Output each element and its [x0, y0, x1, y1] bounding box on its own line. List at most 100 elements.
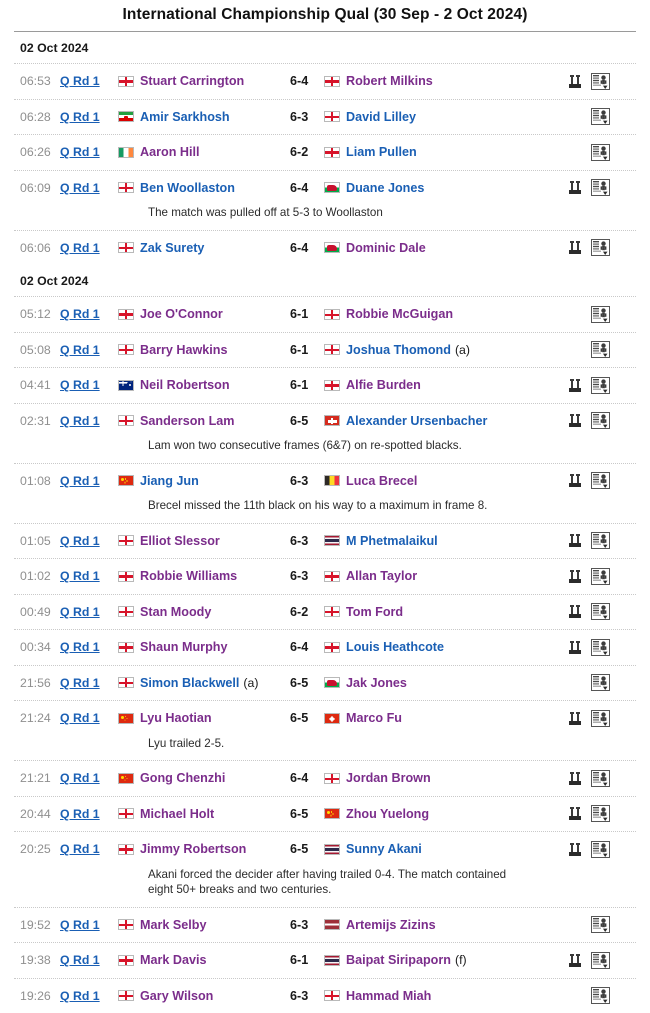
scorecard-icon[interactable] [591, 377, 610, 394]
player-link-two[interactable]: Robbie McGuigan [346, 307, 453, 321]
player-link-one[interactable]: Elliot Slessor [140, 534, 220, 548]
people-icon[interactable] [568, 842, 583, 857]
match-row[interactable]: 20:44Q Rd 1Michael Holt6-5Zhou Yuelong [14, 796, 636, 832]
scorecard-icon[interactable] [591, 144, 610, 161]
round-link[interactable]: Q Rd 1 [60, 145, 118, 159]
player-link-one[interactable]: Neil Robertson [140, 378, 230, 392]
player-link-one[interactable]: Joe O'Connor [140, 307, 223, 321]
player-link-one[interactable]: Shaun Murphy [140, 640, 227, 654]
round-link[interactable]: Q Rd 1 [60, 676, 118, 690]
player-link-one[interactable]: Michael Holt [140, 807, 214, 821]
round-link[interactable]: Q Rd 1 [60, 569, 118, 583]
player-link-two[interactable]: M Phetmalaikul [346, 534, 438, 548]
player-link-one[interactable]: Lyu Haotian [140, 711, 212, 725]
match-row[interactable]: 06:26Q Rd 1Aaron Hill6-2Liam Pullen [14, 134, 636, 170]
player-link-two[interactable]: Dominic Dale [346, 241, 426, 255]
people-icon[interactable] [568, 711, 583, 726]
round-link[interactable]: Q Rd 1 [60, 241, 118, 255]
round-link[interactable]: Q Rd 1 [60, 953, 118, 967]
round-link[interactable]: Q Rd 1 [60, 807, 118, 821]
player-link-one[interactable]: Gong Chenzhi [140, 771, 225, 785]
people-icon[interactable] [568, 953, 583, 968]
round-link[interactable]: Q Rd 1 [60, 640, 118, 654]
match-row[interactable]: 06:06Q Rd 1Zak Surety6-4Dominic Dale [14, 230, 636, 266]
player-link-one[interactable]: Sanderson Lam [140, 414, 234, 428]
player-link-two[interactable]: Marco Fu [346, 711, 402, 725]
player-link-one[interactable]: Amir Sarkhosh [140, 110, 230, 124]
player-link-two[interactable]: Duane Jones [346, 181, 424, 195]
people-icon[interactable] [568, 180, 583, 195]
match-row[interactable]: 06:28Q Rd 1Amir Sarkhosh6-3David Lilley [14, 99, 636, 135]
round-link[interactable]: Q Rd 1 [60, 110, 118, 124]
scorecard-icon[interactable] [591, 770, 610, 787]
player-link-two[interactable]: Tom Ford [346, 605, 403, 619]
player-link-one[interactable]: Gary Wilson [140, 989, 213, 1003]
player-link-one[interactable]: Jiang Jun [140, 474, 199, 488]
round-link[interactable]: Q Rd 1 [60, 378, 118, 392]
people-icon[interactable] [568, 806, 583, 821]
scorecard-icon[interactable] [591, 987, 610, 1004]
player-link-two[interactable]: Jordan Brown [346, 771, 431, 785]
player-link-two[interactable]: Robert Milkins [346, 74, 433, 88]
match-row[interactable]: 19:26Q Rd 1Gary Wilson6-3Hammad Miah [14, 978, 636, 1013]
scorecard-icon[interactable] [591, 841, 610, 858]
round-link[interactable]: Q Rd 1 [60, 989, 118, 1003]
scorecard-icon[interactable] [591, 472, 610, 489]
round-link[interactable]: Q Rd 1 [60, 74, 118, 88]
people-icon[interactable] [568, 604, 583, 619]
scorecard-icon[interactable] [591, 412, 610, 429]
player-link-two[interactable]: Zhou Yuelong [346, 807, 429, 821]
round-link[interactable]: Q Rd 1 [60, 842, 118, 856]
round-link[interactable]: Q Rd 1 [60, 343, 118, 357]
player-link-one[interactable]: Mark Davis [140, 953, 207, 967]
match-row[interactable]: 00:34Q Rd 1Shaun Murphy6-4Louis Heathcot… [14, 629, 636, 665]
round-link[interactable]: Q Rd 1 [60, 307, 118, 321]
player-link-two[interactable]: Artemijs Zizins [346, 918, 436, 932]
scorecard-icon[interactable] [591, 73, 610, 90]
player-link-two[interactable]: Baipat Siripaporn [346, 953, 451, 967]
player-link-one[interactable]: Robbie Williams [140, 569, 237, 583]
match-row[interactable]: 21:21Q Rd 1Gong Chenzhi6-4Jordan Brown [14, 760, 636, 796]
people-icon[interactable] [568, 640, 583, 655]
match-row[interactable]: 19:52Q Rd 1Mark Selby6-3Artemijs Zizins [14, 907, 636, 943]
player-link-two[interactable]: Jak Jones [346, 676, 407, 690]
scorecard-icon[interactable] [591, 108, 610, 125]
player-link-one[interactable]: Ben Woollaston [140, 181, 235, 195]
player-link-one[interactable]: Barry Hawkins [140, 343, 228, 357]
scorecard-icon[interactable] [591, 674, 610, 691]
player-link-one[interactable]: Stan Moody [140, 605, 211, 619]
player-link-two[interactable]: Joshua Thomond [346, 343, 451, 357]
scorecard-icon[interactable] [591, 603, 610, 620]
scorecard-icon[interactable] [591, 952, 610, 969]
round-link[interactable]: Q Rd 1 [60, 181, 118, 195]
scorecard-icon[interactable] [591, 639, 610, 656]
round-link[interactable]: Q Rd 1 [60, 918, 118, 932]
people-icon[interactable] [568, 569, 583, 584]
scorecard-icon[interactable] [591, 916, 610, 933]
round-link[interactable]: Q Rd 1 [60, 474, 118, 488]
player-link-two[interactable]: Alexander Ursenbacher [346, 414, 487, 428]
match-row[interactable]: 19:38Q Rd 1Mark Davis6-1Baipat Siripapor… [14, 942, 636, 978]
people-icon[interactable] [568, 533, 583, 548]
player-link-one[interactable]: Stuart Carrington [140, 74, 244, 88]
match-row[interactable]: 05:08Q Rd 1Barry Hawkins6-1Joshua Thomon… [14, 332, 636, 368]
player-link-one[interactable]: Simon Blackwell [140, 676, 239, 690]
round-link[interactable]: Q Rd 1 [60, 771, 118, 785]
people-icon[interactable] [568, 240, 583, 255]
match-row[interactable]: 01:05Q Rd 1Elliot Slessor6-3M Phetmalaik… [14, 523, 636, 559]
people-icon[interactable] [568, 74, 583, 89]
player-link-two[interactable]: Luca Brecel [346, 474, 417, 488]
scorecard-icon[interactable] [591, 239, 610, 256]
match-row[interactable]: 02:31Q Rd 1Sanderson Lam6-5Alexander Urs… [14, 403, 636, 439]
player-link-two[interactable]: David Lilley [346, 110, 416, 124]
people-icon[interactable] [568, 378, 583, 393]
player-link-one[interactable]: Aaron Hill [140, 145, 199, 159]
player-link-one[interactable]: Mark Selby [140, 918, 207, 932]
scorecard-icon[interactable] [591, 532, 610, 549]
round-link[interactable]: Q Rd 1 [60, 605, 118, 619]
people-icon[interactable] [568, 413, 583, 428]
player-link-one[interactable]: Zak Surety [140, 241, 204, 255]
player-link-two[interactable]: Louis Heathcote [346, 640, 444, 654]
match-row[interactable]: 00:49Q Rd 1Stan Moody6-2Tom Ford [14, 594, 636, 630]
player-link-two[interactable]: Sunny Akani [346, 842, 422, 856]
